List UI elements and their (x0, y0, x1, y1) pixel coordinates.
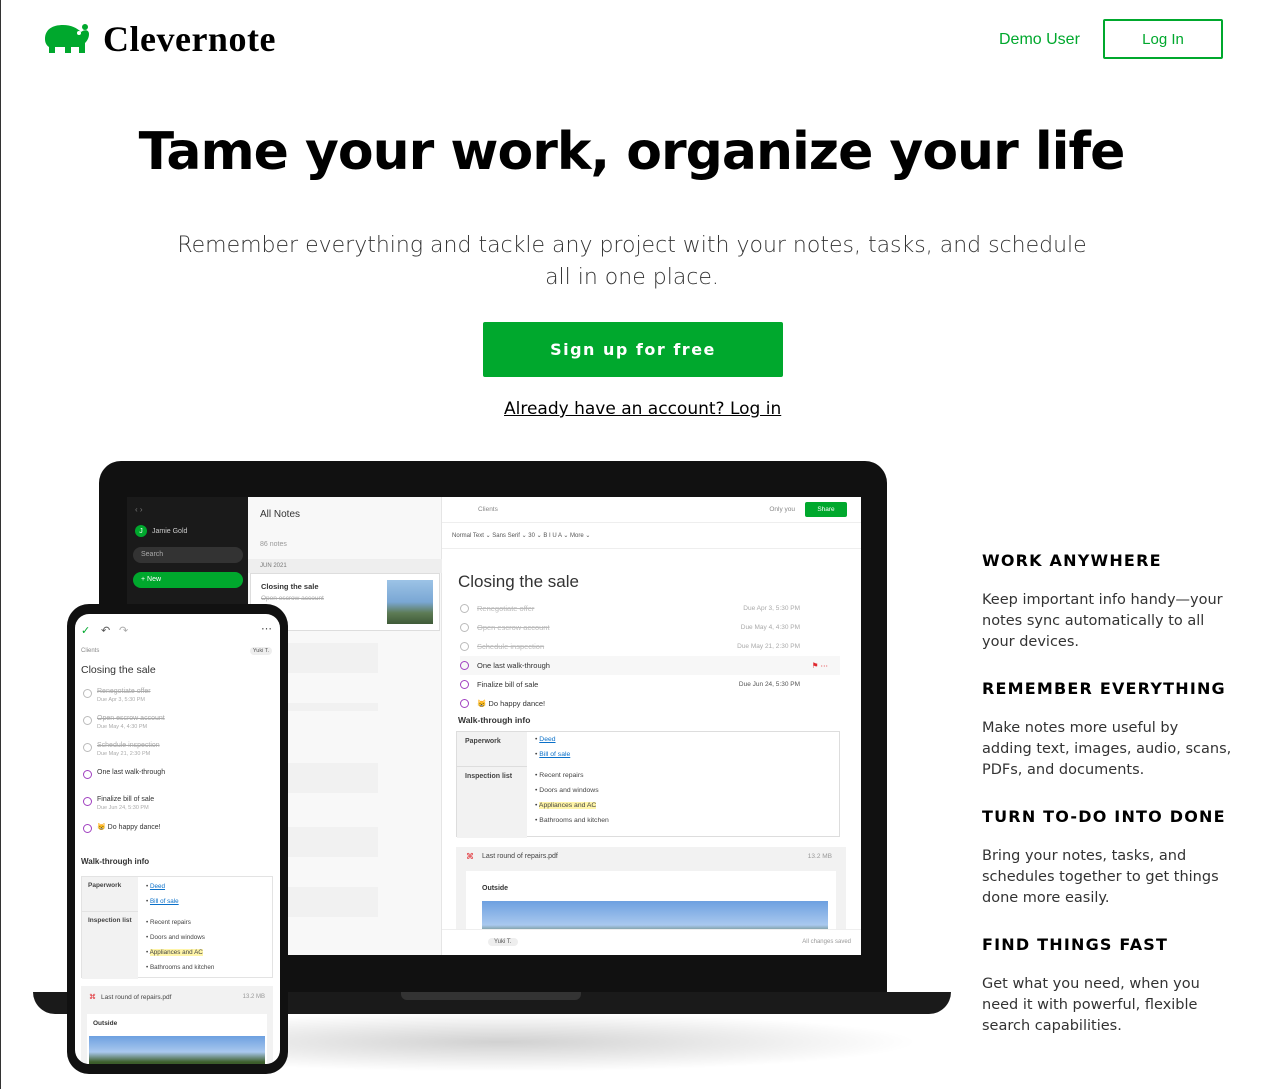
phone-task-list: Renegotiate offer Due Apr 3, 5:30 PM Open… (83, 688, 275, 850)
task-item: Renegotiate offer Due Apr 3, 5:30 PM (83, 688, 275, 715)
phone-toolbar: ✓ ↶ ↷ ⋯ (75, 614, 280, 640)
assignee-chip: Yuki T. (488, 938, 518, 946)
sidebar-user: J Jamie Gold (135, 525, 187, 537)
checkbox-icon (460, 604, 469, 613)
note-list-month: JUN 2021 (248, 559, 442, 573)
phone-section-heading: Walk-through info (81, 857, 150, 866)
login-link[interactable]: Already have an account? Log in (504, 399, 781, 419)
table-cell: • Recent repairs • Doors and windows • A… (535, 772, 609, 824)
feature-text: Keep important info handy—your notes syn… (982, 592, 1223, 650)
assignee-chip: Yuki T. (249, 647, 272, 655)
editor-breadcrumb: Clients (478, 506, 498, 513)
redo-icon: ↷ (119, 625, 129, 637)
feature-text: Get what you need, when you need it with… (982, 976, 1200, 1034)
table-row-label: Inspection list (457, 766, 527, 838)
nav-arrows-icon: ‹ › (135, 505, 143, 514)
sidebar-new-button: + New (133, 572, 243, 588)
house-photo (89, 1036, 265, 1064)
signup-button[interactable]: Sign up for free (483, 322, 783, 377)
task-item: Open escrow account Due May 4, 4:30 PM (83, 715, 275, 742)
login-button[interactable]: Log In (1103, 19, 1223, 59)
phone-note-title: Closing the sale (81, 664, 156, 676)
note-card-placeholder (288, 827, 378, 857)
brand-name: Clevernote (103, 19, 276, 59)
task-list: Renegotiate offer Due Apr 3, 5:30 PM Open… (460, 599, 840, 713)
phone-mockup: ✓ ↶ ↷ ⋯ Clients Yuki T. Closing the sale… (67, 604, 288, 1074)
visibility-label: Only you (769, 506, 795, 513)
checkbox-icon (460, 661, 469, 670)
hippo-logo-icon (45, 24, 89, 53)
task-item: Finalize bill of sale Due Jun 24, 5:30 PM (83, 796, 275, 823)
feature-text: Make notes more useful by adding text, i… (982, 720, 1232, 778)
hero-subtitle: Remember everything and tackle any proje… (177, 233, 1087, 290)
phone-walkthrough-table: Paperwork • Deed • Bill of sale Inspecti… (81, 876, 273, 979)
checkbox-icon (460, 680, 469, 689)
checkbox-icon (460, 699, 469, 708)
note-card-placeholder (288, 703, 378, 711)
feature-text: Bring your notes, tasks, and schedules t… (982, 848, 1219, 906)
pdf-icon: ⌘ (466, 852, 474, 861)
feature-title: WORK ANYWHERE (982, 551, 1162, 570)
feature-remember-everything: REMEMBER EVERYTHING Make notes more usef… (982, 679, 1232, 781)
editor-header: Clients Only you Share (442, 497, 861, 523)
more-icon: ⋯ (261, 623, 272, 635)
task-item: Renegotiate offer Due Apr 3, 5:30 PM (460, 599, 840, 618)
note-editor: Clients Only you Share Normal Text ⌄ San… (442, 497, 861, 955)
note-count: 86 notes (260, 541, 287, 548)
checkbox-icon (460, 642, 469, 651)
check-icon: ✓ (81, 625, 91, 637)
editor-footer: Yuki T. All changes saved (442, 929, 861, 955)
editor-toolbar: Normal Text ⌄ Sans Serif ⌄ 30 ⌄ B I U A … (442, 523, 861, 549)
walkthrough-table: Paperwork • Deed • Bill of sale Inspecti… (456, 731, 840, 838)
task-item: Finalize bill of sale Due Jun 24, 5:30 PM (460, 675, 840, 694)
task-item: Schedule inspection Due May 21, 2:30 PM (460, 637, 840, 656)
note-card-placeholder (288, 887, 378, 917)
feature-work-anywhere: WORK ANYWHERE Keep important info handy—… (982, 551, 1232, 653)
note-card-placeholder (288, 643, 378, 673)
phone-pdf-attachment: ⌘ Last round of repairs.pdf 13.2 MB Outs… (81, 986, 273, 1064)
section-heading: Walk-through info (458, 715, 531, 725)
house-thumbnail (387, 580, 433, 624)
table-cell: • Deed • Bill of sale (535, 736, 571, 758)
pdf-size: 13.2 MB (807, 853, 832, 860)
phone-breadcrumb: Clients (81, 648, 100, 654)
note-list-title: All Notes (260, 509, 301, 520)
task-item: Open escrow account Due May 4, 4:30 PM (460, 618, 840, 637)
flag-icon: ⚑ ⋯ (811, 661, 828, 670)
pdf-name: Last round of repairs.pdf (482, 853, 558, 860)
task-item: One last walk-through (83, 769, 275, 796)
hero-title: Tame your work, organize your life (138, 122, 1126, 182)
undo-icon: ↶ (101, 625, 111, 637)
pdf-heading: Outside (482, 885, 509, 892)
task-item: One last walk-through ⚑ ⋯ (460, 656, 840, 675)
phone-screen: ✓ ↶ ↷ ⋯ Clients Yuki T. Closing the sale… (75, 614, 280, 1064)
feature-title: FIND THINGS FAST (982, 935, 1169, 954)
task-item: 😸 Do happy dance! (83, 823, 275, 850)
checkbox-icon (460, 623, 469, 632)
task-item: Schedule inspection Due May 21, 2:30 PM (83, 742, 275, 769)
note-card-placeholder (288, 763, 378, 793)
share-button: Share (805, 502, 847, 517)
brand-logo[interactable]: Clevernote (41, 18, 276, 60)
save-status: All changes saved (802, 939, 851, 945)
demo-user-link[interactable]: Demo User (999, 31, 1080, 49)
feature-find-fast: FIND THINGS FAST Get what you need, when… (982, 935, 1232, 1037)
task-item: 😸 Do happy dance! (460, 694, 840, 713)
pdf-icon: ⌘ (89, 994, 96, 1001)
feature-title: REMEMBER EVERYTHING (982, 679, 1226, 698)
note-title: Closing the sale (458, 572, 579, 591)
avatar: J (135, 525, 147, 537)
sidebar-search: Search (133, 547, 243, 563)
feature-title: TURN TO-DO INTO DONE (982, 807, 1226, 826)
feature-turn-todo: TURN TO-DO INTO DONE Bring your notes, t… (982, 807, 1232, 909)
sidebar-user-name: Jamie Gold (152, 527, 188, 535)
table-row-label: Paperwork (457, 732, 527, 766)
